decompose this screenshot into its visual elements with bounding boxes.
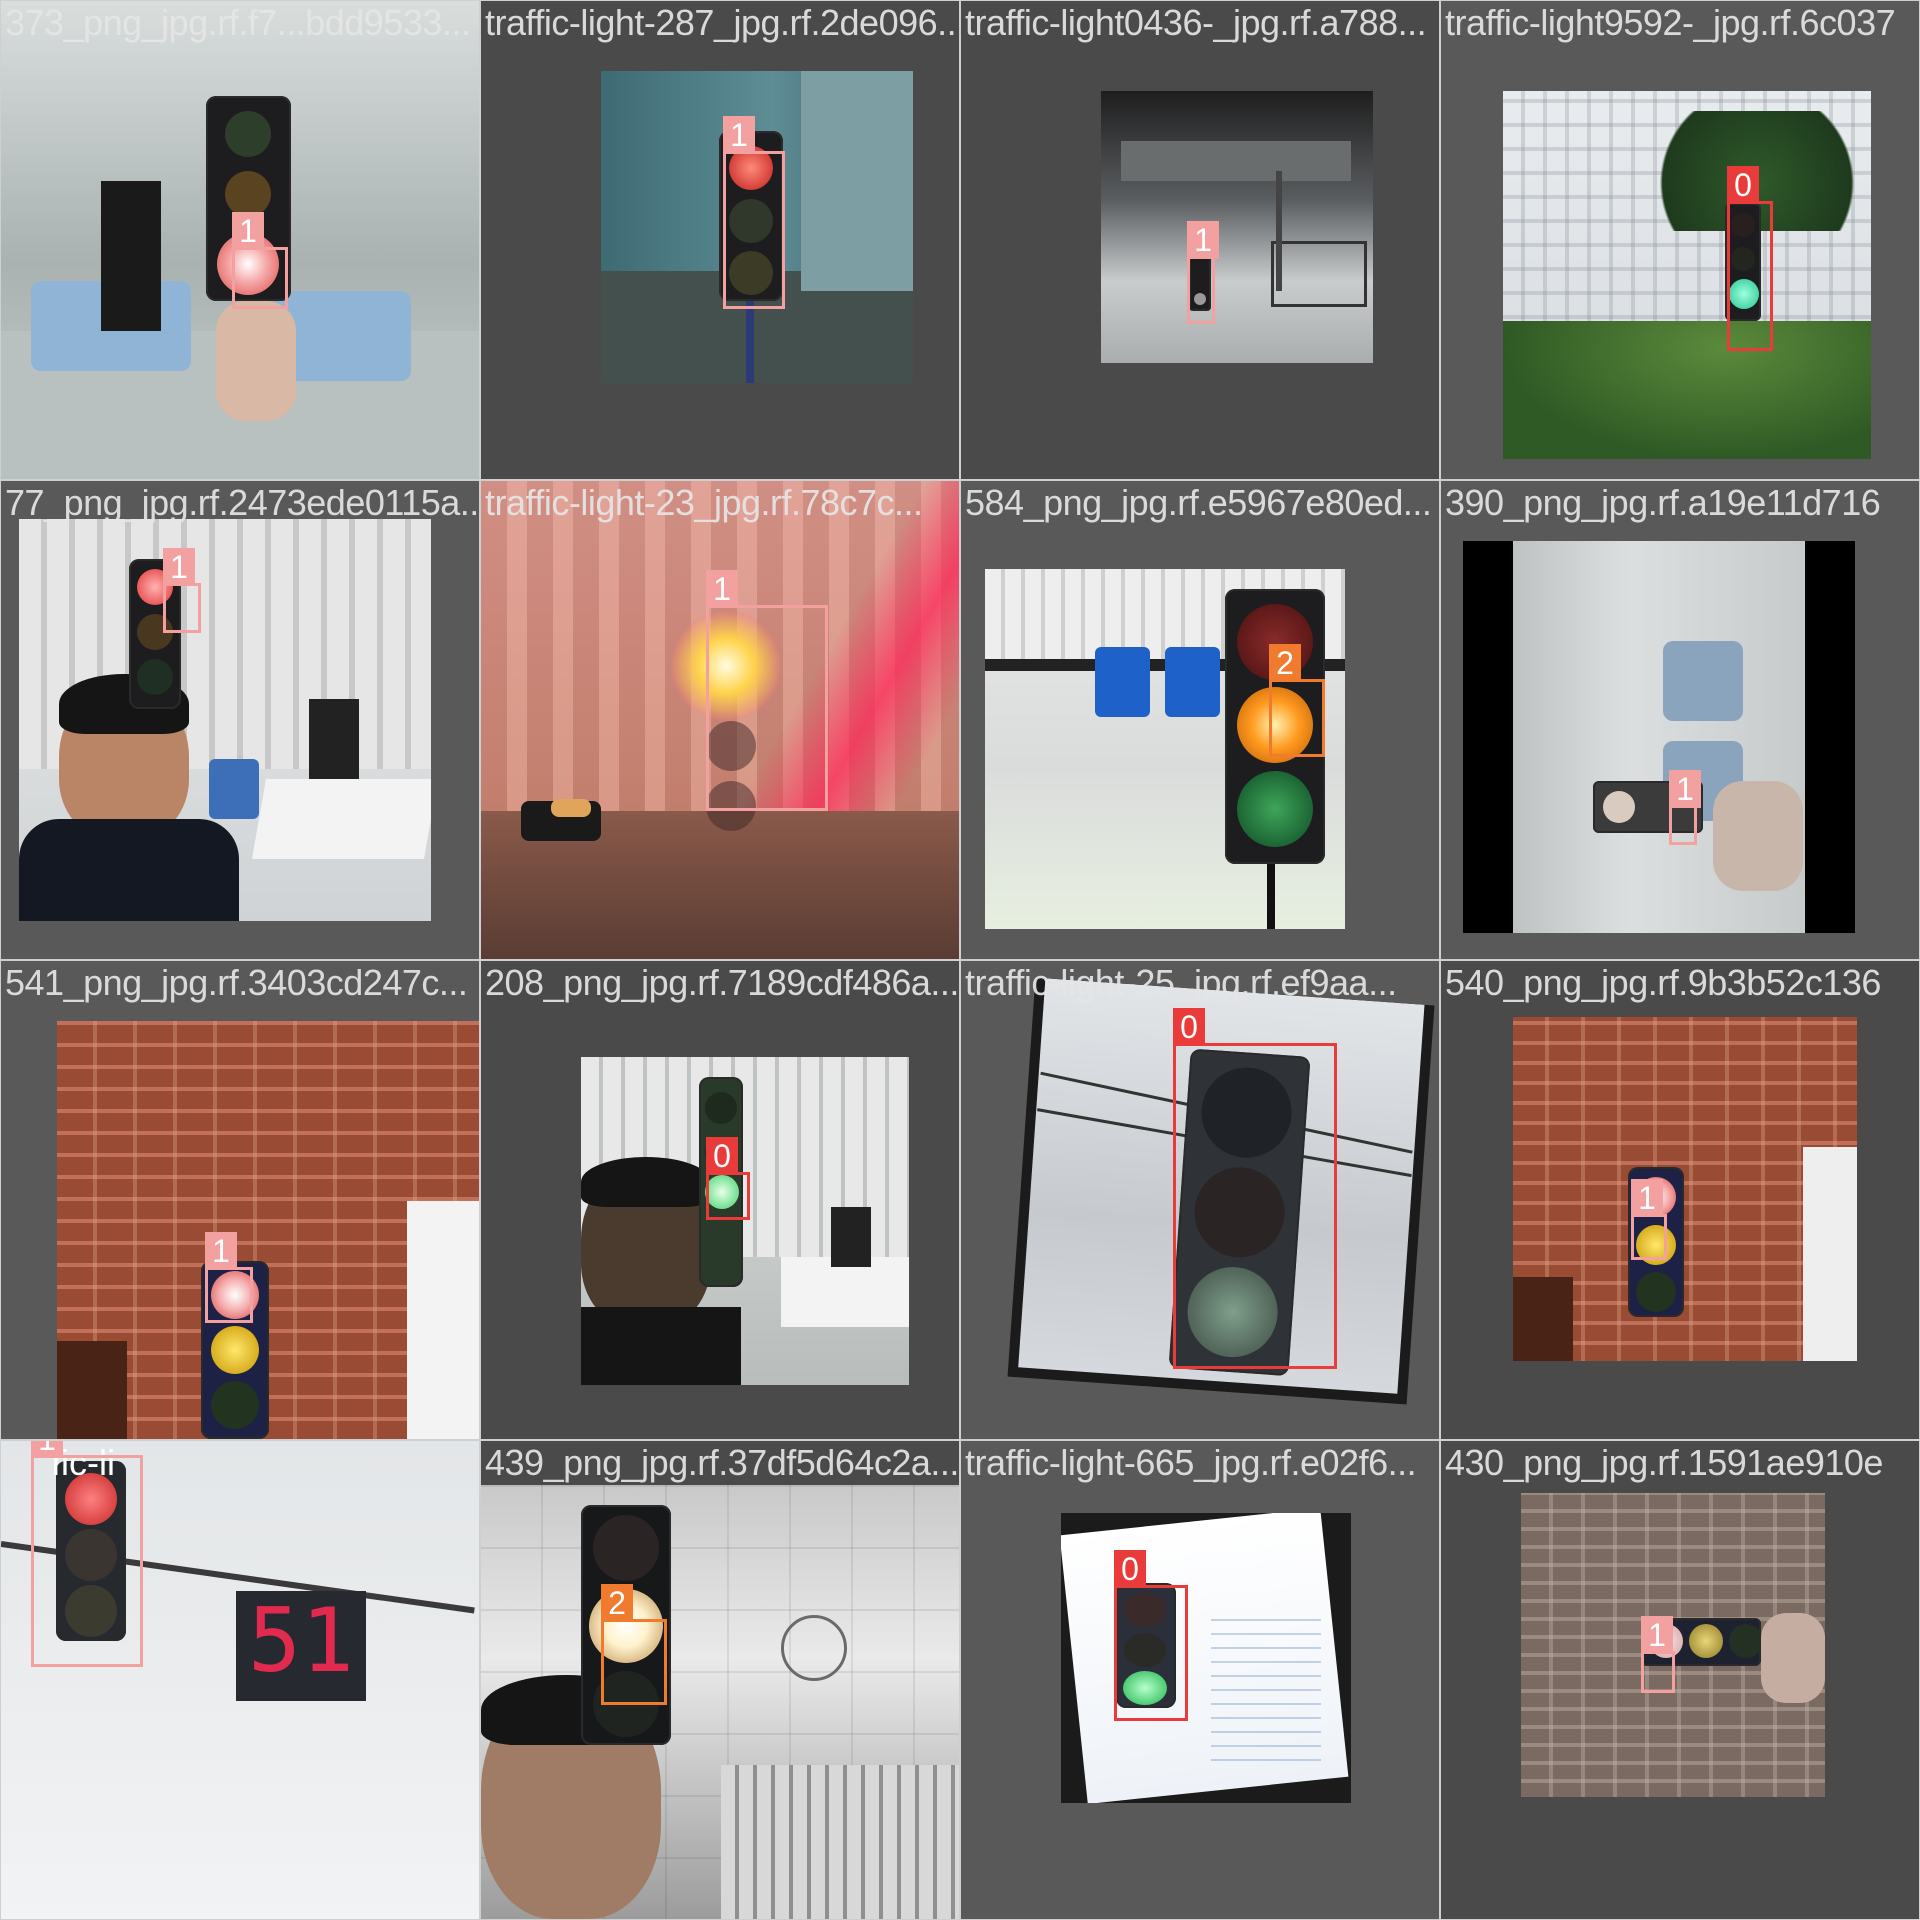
bbox: 0 [706,1137,750,1220]
photo [1503,91,1871,459]
class-label: 0 [1173,1008,1205,1046]
bbox: 1 [723,116,785,309]
filename-label: traffic-light-665_jpg.rf.e02f6... [965,1442,1417,1483]
class-label: 1 [1631,1179,1663,1217]
class-label: 1 [1669,770,1701,808]
class-label: 0 [706,1137,738,1175]
countdown-display: 51 [248,1589,354,1692]
class-label: 1 [706,570,738,608]
class-label: 1 [163,548,195,586]
tile-13[interactable]: 439_png_jpg.rf.37df5d64c2a... 2 [480,1440,960,1920]
filename-label: 584_png_jpg.rf.e5967e80ed... [965,482,1432,523]
photo [19,519,431,921]
filename-label: 541_png_jpg.rf.3403cd247c... [5,962,468,1003]
filename-label: 439_png_jpg.rf.37df5d64c2a... [485,1442,959,1483]
tile-6[interactable]: 584_png_jpg.rf.e5967e80ed... 2 [960,480,1440,960]
class-label: 1 [232,212,264,250]
photo [1513,1017,1857,1361]
class-label: 0 [1727,166,1759,204]
photo [581,1057,909,1385]
filename-label: 540_png_jpg.rf.9b3b52c136 [1445,962,1881,1003]
class-label: 2 [601,1584,633,1622]
tile-11[interactable]: 540_png_jpg.rf.9b3b52c136 1 [1440,960,1920,1440]
filename-label: traffic-light9592-_jpg.rf.6c037 [1445,2,1896,43]
bbox: 1 [1669,770,1701,845]
mosaic-grid: 373_png_jpg.rf.f7...bdd9533... 1 traffic… [0,0,1920,1920]
photo [1061,1513,1351,1803]
filename-label: 208_png_jpg.rf.7189cdf486a... [485,962,959,1003]
photo [57,1021,479,1439]
filename-label: traffic-light0436-_jpg.rf.a788... [965,2,1427,43]
bbox: 1 [205,1232,253,1323]
class-label: 1 [723,116,755,154]
bbox: 2 [1269,644,1325,757]
tile-7[interactable]: 390_png_jpg.rf.a19e11d716 1 [1440,480,1920,960]
bbox: 0 [1114,1550,1188,1721]
filename-label: traffic-light-287_jpg.rf.2de096... [485,2,960,43]
bbox: 1 [1187,221,1219,324]
bbox: 0 [1727,166,1773,351]
class-label: 2 [1269,644,1301,682]
bbox: 1 [31,1441,143,1667]
bbox: 1 [1631,1179,1667,1260]
tile-14[interactable]: traffic-light-665_jpg.rf.e02f6... 0 [960,1440,1440,1920]
filename-label: 77_png_jpg.rf.2473ede0115a... [5,482,480,523]
tile-12[interactable]: 51 fic-li 1 [0,1440,480,1920]
filename-label: traffic-light-23_jpg.rf.78c7c... [485,482,923,523]
class-label: 1 [1641,1616,1673,1654]
tile-0[interactable]: 373_png_jpg.rf.f7...bdd9533... 1 [0,0,480,480]
filename-label: traffic-light-25_jpg.rf.ef9aa... [965,962,1397,1003]
tile-3[interactable]: traffic-light9592-_jpg.rf.6c037 0 [1440,0,1920,480]
tile-15[interactable]: 430_png_jpg.rf.1591ae910e 1 [1440,1440,1920,1920]
bbox: 1 [706,570,828,811]
filename-label: 430_png_jpg.rf.1591ae910e [1445,1442,1883,1483]
tile-10[interactable]: traffic-light-25_jpg.rf.ef9aa... 0 [960,960,1440,1440]
bbox: 0 [1173,1008,1337,1369]
bbox: 2 [601,1584,667,1705]
tile-8[interactable]: 541_png_jpg.rf.3403cd247c... 1 [0,960,480,1440]
filename-label: 373_png_jpg.rf.f7...bdd9533... [5,2,471,43]
bbox: 1 [163,548,201,633]
tile-9[interactable]: 208_png_jpg.rf.7189cdf486a... 0 [480,960,960,1440]
filename-label: 390_png_jpg.rf.a19e11d716 [1445,482,1881,523]
tile-1[interactable]: traffic-light-287_jpg.rf.2de096... 1 [480,0,960,480]
bbox: 1 [232,212,288,309]
class-label: 1 [1187,221,1219,259]
bbox: 1 [1641,1616,1675,1693]
tile-2[interactable]: traffic-light0436-_jpg.rf.a788... 1 [960,0,1440,480]
photo [1463,541,1855,933]
class-label: 0 [1114,1550,1146,1588]
class-label: 1 [31,1441,63,1458]
photo [1101,91,1373,363]
class-label: 1 [205,1232,237,1270]
photo [1521,1493,1825,1797]
tile-4[interactable]: 77_png_jpg.rf.2473ede0115a... 1 [0,480,480,960]
photo [481,1485,959,1919]
tile-5[interactable]: traffic-light-23_jpg.rf.78c7c... 1 [480,480,960,960]
